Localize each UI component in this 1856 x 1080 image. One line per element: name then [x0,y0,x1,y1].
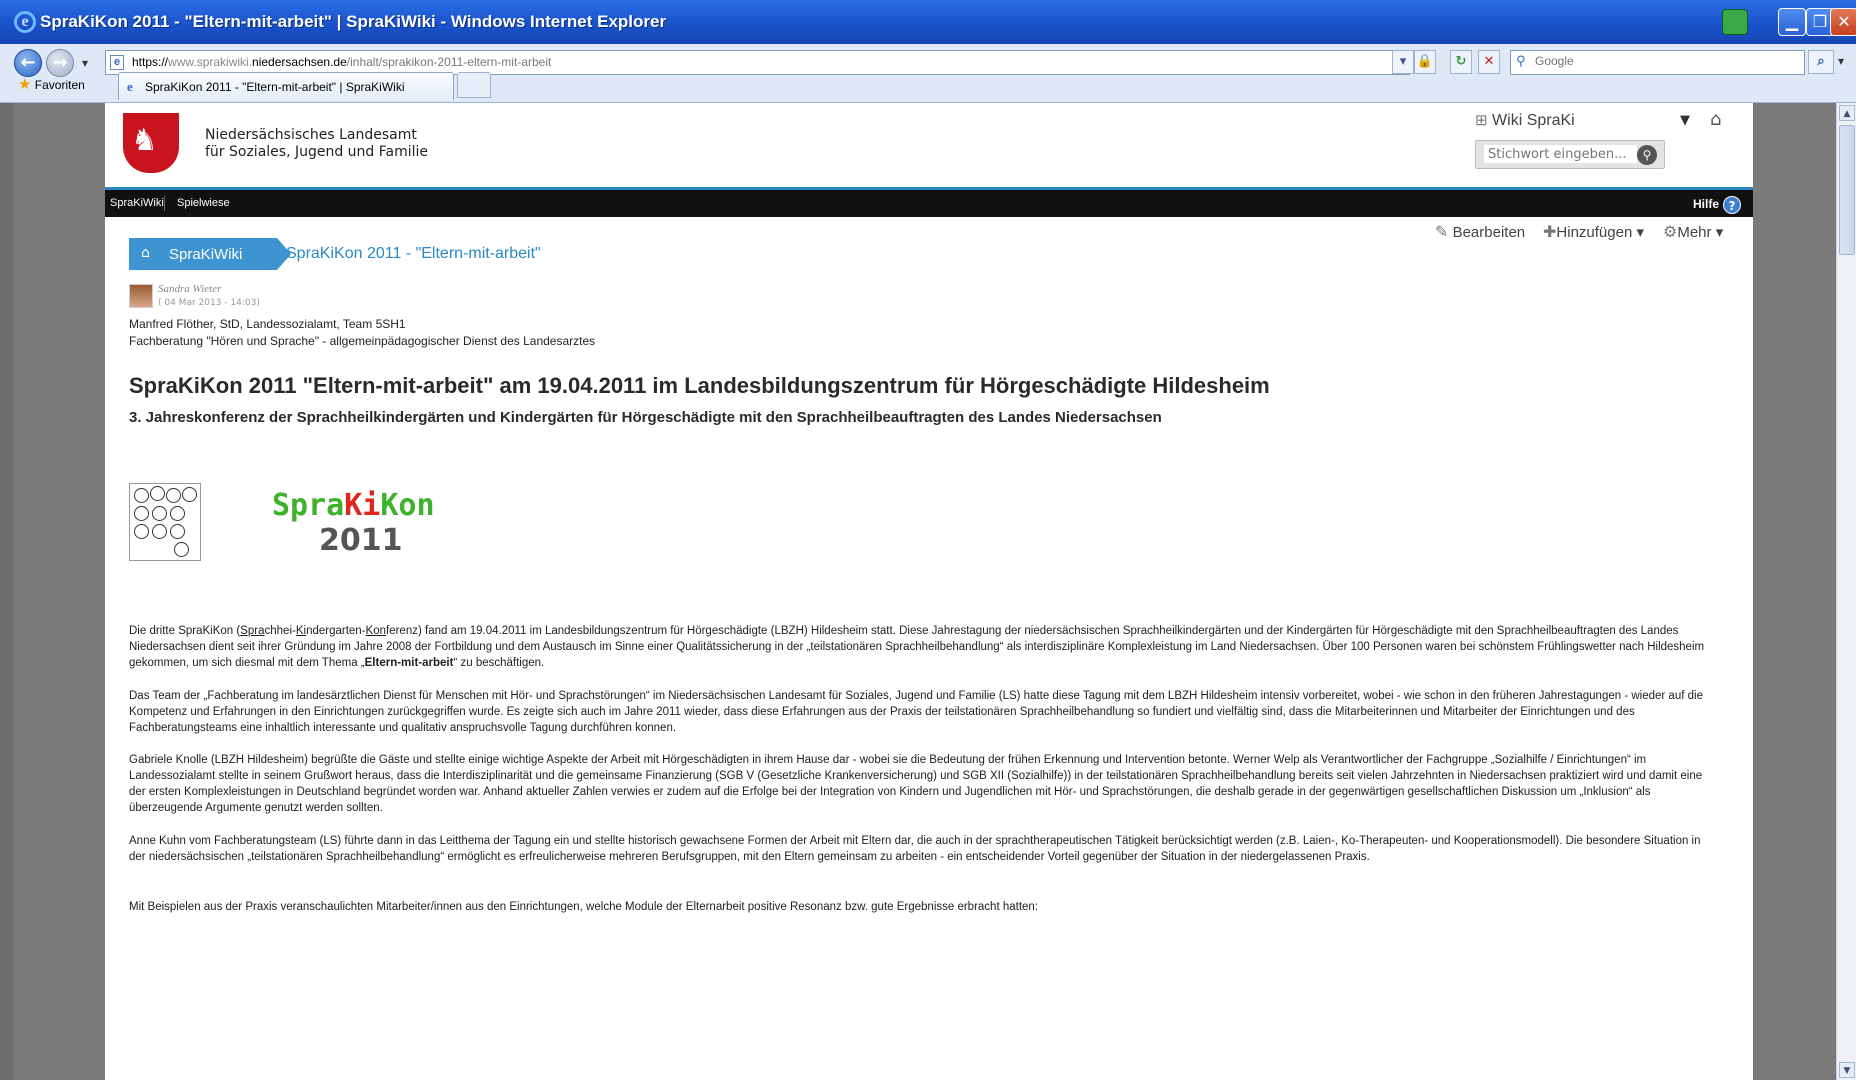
new-tab-button[interactable] [457,72,491,98]
add-dropdown-icon: ▾ [1636,224,1644,241]
forward-button[interactable]: → [46,49,74,77]
refresh-button[interactable]: ↻ [1450,50,1472,74]
org-name-line2: für Soziales, Jugend und Familie [205,144,429,160]
more-button[interactable]: ⚙Mehr ▾ [1663,222,1723,242]
paragraph-3: Gabriele Knolle (LBZH Hildesheim) begrüß… [129,754,1703,814]
vertical-scrollbar[interactable]: ▲ ▼ [1836,103,1856,1080]
browser-viewport: ♞ Niedersächsisches Landesamt für Sozial… [13,103,1837,1080]
help-label: Hilfe [1693,197,1720,212]
home-icon[interactable]: ⌂ [1710,111,1732,129]
author-name[interactable]: Sandra Wieter [158,283,221,295]
ie-logo-icon: e [14,11,36,33]
breadcrumb-home[interactable]: ⌂ SpraKiWiki [129,238,291,270]
minimize-button[interactable]: ▁ [1778,8,1806,36]
meta-line-2: Fachberatung "Hören und Sprache" - allge… [129,334,596,348]
breadcrumb-home-label: SpraKiWiki [169,246,243,263]
sprakikon-year: 2011 [319,523,403,558]
site-search-button[interactable]: ⚲ [1637,145,1657,165]
org-name[interactable]: Niedersächsisches Landesamt für Soziales… [205,127,428,161]
add-button[interactable]: ✚Hinzufügen ▾ [1543,222,1644,242]
paragraph-5: Mit Beispielen aus der Praxis veranschau… [129,901,1039,913]
paragraph-2: Das Team der „Fachberatung im landesärzt… [129,690,1703,734]
close-button[interactable]: ✕ [1830,8,1856,36]
meta-line-1: Manfred Flöther, StD, Landessozialamt, T… [129,317,406,331]
wiki-dropdown-icon[interactable]: ▼ [1680,113,1690,128]
window-title: SpraKiKon 2011 - "Eltern-mit-arbeit" | S… [40,12,667,31]
breadcrumb-current[interactable]: SpraKiKon 2011 - "Eltern-mit-arbeit" [286,245,541,263]
page-subtitle: 3. Jahreskonferenz der Sprachheilkinderg… [129,409,1162,426]
children-faces-image [129,483,201,561]
scroll-thumb[interactable] [1839,125,1855,255]
wiki-selector[interactable]: ⊞ Wiki SpraKi [1475,111,1575,130]
address-dropdown-button[interactable]: ▾ [1392,50,1414,74]
browser-search-box[interactable]: ⚲ [1510,50,1805,75]
add-label: Hinzufügen [1556,224,1633,241]
address-url[interactable]: https://www.sprakiwiki.niedersachsen.de/… [132,55,551,69]
help-icon: ? [1723,196,1742,214]
horse-icon: ♞ [131,123,158,158]
back-button[interactable]: ← [14,49,42,77]
pencil-icon: ✎ [1435,224,1449,241]
window-titlebar: e SpraKiKon 2011 - "Eltern-mit-arbeit" |… [0,0,1856,44]
scroll-up-button[interactable]: ▲ [1839,105,1855,121]
favorites-label: Favoriten [34,78,85,92]
nav-item-sprakiwiki[interactable]: SpraKiWiki [110,197,164,209]
favorites-star-icon: ★ [18,76,32,93]
lower-saxony-logo[interactable]: ♞ [123,113,179,173]
search-provider-icon: ⚲ [1516,54,1526,69]
more-dropdown-icon: ▾ [1715,224,1724,241]
tray-icon[interactable] [1722,9,1748,35]
avatar[interactable] [129,284,153,308]
browser-search-button[interactable]: ⌕ [1808,50,1834,74]
page-icon: e [110,55,124,70]
org-name-line1: Niedersächsisches Landesamt [205,127,417,143]
favorites-button[interactable]: ★ Favoriten [18,75,85,93]
nav-separator [164,196,165,211]
tab-label: SpraKiKon 2011 - "Eltern-mit-arbeit" | S… [145,80,405,94]
paragraph-1: Die dritte SpraKiKon (Sprachhei-Kinderga… [129,625,1705,669]
site-search-input[interactable] [1484,145,1637,163]
wiki-name: Wiki SpraKi [1492,112,1575,129]
stop-button[interactable]: ✕ [1478,50,1500,74]
more-label: Mehr [1677,224,1712,241]
sprakikon-logo: SpraKiKon [272,488,435,523]
paragraph-4: Anne Kuhn vom Fachberatungsteam (LS) füh… [129,835,1701,863]
lock-icon[interactable]: 🔒 [1414,50,1436,74]
edit-button[interactable]: ✎ Bearbeiten [1435,222,1525,242]
site-search: ⚲ [1475,140,1665,169]
page-title: SpraKiKon 2011 "Eltern-mit-arbeit" am 19… [129,373,1270,398]
breadcrumb-home-icon: ⌂ [141,245,150,261]
tab-favicon-icon: e [127,79,133,94]
browser-search-input[interactable] [1535,54,1795,68]
search-options-icon[interactable]: ▾ [1838,54,1844,68]
help-link[interactable]: Hilfe? [1693,196,1742,214]
plus-icon: ✚ [1543,224,1557,241]
nav-item-spielwiese[interactable]: Spielwiese [177,197,230,209]
history-dropdown-icon[interactable]: ▾ [82,56,88,70]
web-page: ♞ Niedersächsisches Landesamt für Sozial… [105,103,1753,1080]
scroll-down-button[interactable]: ▼ [1839,1062,1855,1078]
browser-tab[interactable]: e SpraKiKon 2011 - "Eltern-mit-arbeit" |… [118,72,454,100]
main-nav: SpraKiWiki Spielwiese Hilfe? [105,190,1753,217]
author-date: ( 04 Mar 2013 - 14:03) [158,298,260,308]
wiki-icon: ⊞ [1475,112,1488,129]
gear-icon: ⚙ [1663,224,1678,241]
edit-label: Bearbeiten [1452,224,1526,241]
